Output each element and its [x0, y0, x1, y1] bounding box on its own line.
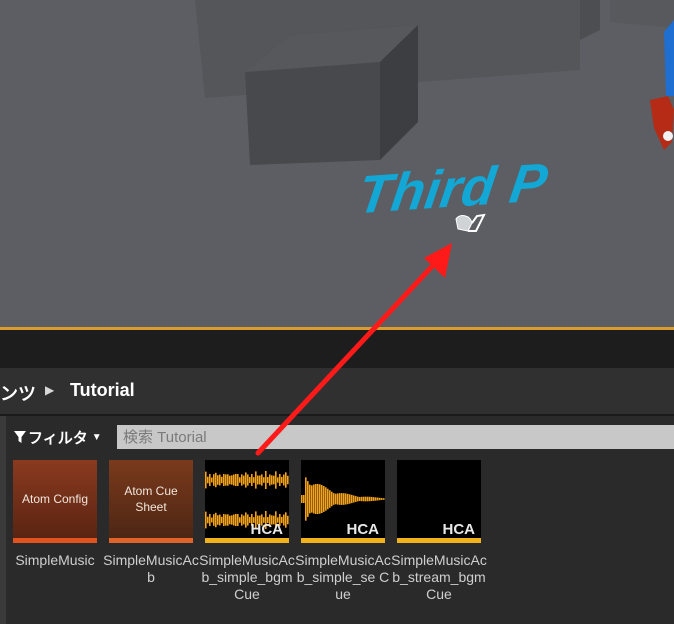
- thumbnail-type-label: Atom Config: [21, 492, 89, 506]
- thumbnail-type-label: HCA: [346, 521, 380, 538]
- thumbnail-type-label: Atom Cue Sheet: [124, 484, 178, 514]
- asset-name: SimpleMusicAcb_stream_bgm Cue: [391, 552, 487, 602]
- funnel-icon: [14, 431, 26, 443]
- thumbnail-canvas: HCA: [205, 460, 289, 538]
- path-bar: ンツ ▶ Tutorial: [0, 368, 674, 416]
- asset-name: SimpleMusic: [15, 552, 95, 568]
- asset-tile[interactable]: HCA SimpleMusicAcb_simple_se Cue: [295, 460, 391, 603]
- asset-thumbnail: HCA: [300, 460, 386, 546]
- breadcrumb-current[interactable]: Tutorial: [70, 380, 135, 401]
- triangle-right-icon[interactable]: ▶: [45, 383, 54, 397]
- asset-type-color-bar: [397, 538, 481, 543]
- asset-tile[interactable]: Atom Cue Sheet SimpleMusicAcb: [103, 460, 199, 586]
- caret-down-icon: ▼: [91, 431, 102, 443]
- filter-row: フィルタ ▼: [0, 424, 674, 452]
- content-browser: ンツ ▶ Tutorial フィルタ ▼ Atom Config SimpleMu…: [0, 368, 674, 624]
- asset-thumbnail: HCA: [204, 460, 290, 546]
- asset-type-color-bar: [13, 538, 97, 543]
- asset-name: SimpleMusicAcb: [103, 552, 199, 585]
- thumbnail-canvas: Atom Config: [13, 460, 97, 538]
- asset-tile[interactable]: HCA SimpleMusicAcb_simple_bgm Cue: [199, 460, 295, 603]
- asset-thumbnail: Atom Config: [12, 460, 98, 546]
- asset-thumbnail: HCA: [396, 460, 482, 546]
- thumbnail-type-label: HCA: [250, 521, 284, 538]
- thumbnail-canvas: HCA: [301, 460, 385, 538]
- filter-button[interactable]: フィルタ ▼: [14, 426, 102, 448]
- filter-label: フィルタ: [28, 429, 88, 447]
- breadcrumb-previous[interactable]: ンツ: [0, 380, 36, 406]
- level-viewport[interactable]: Third P: [0, 0, 674, 330]
- panel-divider: [0, 330, 674, 368]
- viewport-scene: Third P: [0, 0, 674, 330]
- thumbnail-canvas: HCA: [397, 460, 481, 538]
- asset-name: SimpleMusicAcb_simple_bgm Cue: [199, 552, 295, 602]
- asset-tile[interactable]: HCA SimpleMusicAcb_stream_bgm Cue: [391, 460, 487, 603]
- asset-type-color-bar: [205, 538, 289, 543]
- asset-type-color-bar: [109, 538, 193, 543]
- asset-tile[interactable]: Atom Config SimpleMusic: [12, 460, 98, 569]
- thumbnail-type-label: HCA: [442, 521, 476, 538]
- asset-thumbnail: Atom Cue Sheet: [108, 460, 194, 546]
- asset-type-color-bar: [301, 538, 385, 543]
- thumbnail-canvas: Atom Cue Sheet: [109, 460, 193, 538]
- search-input[interactable]: [117, 425, 674, 449]
- asset-name: SimpleMusicAcb_simple_se Cue: [295, 552, 391, 602]
